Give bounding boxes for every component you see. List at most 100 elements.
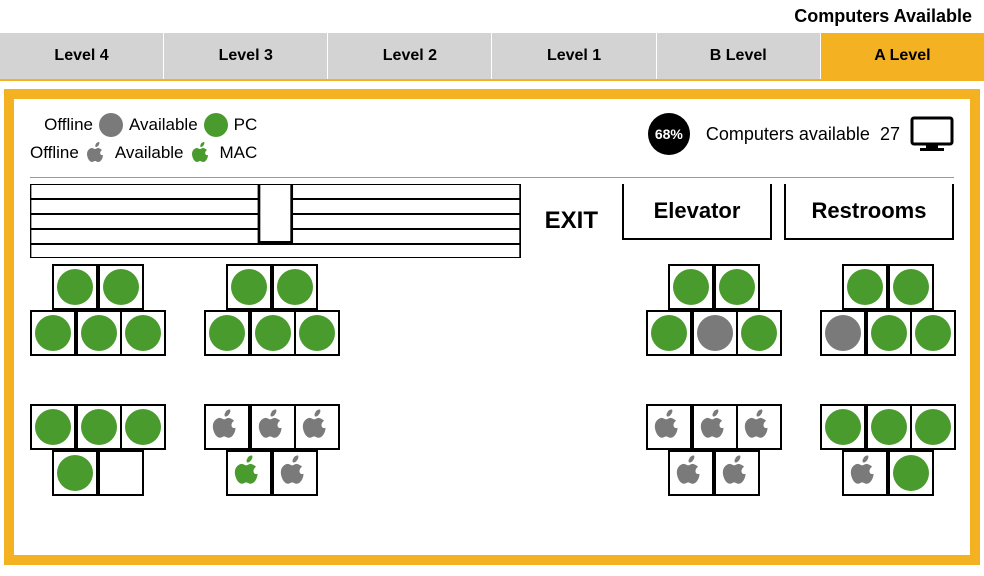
pc-station-available <box>719 269 755 305</box>
tab-level-2[interactable]: Level 2 <box>327 33 491 79</box>
station-cell <box>668 450 714 496</box>
elevator-label: Elevator <box>622 184 772 240</box>
pc-station-available <box>871 315 907 351</box>
station-cell <box>714 450 760 496</box>
tab-level-3[interactable]: Level 3 <box>163 33 327 79</box>
station-cell <box>888 264 934 310</box>
pc-station-available <box>125 315 161 351</box>
station-cell <box>120 310 166 356</box>
pc-station-available <box>57 455 93 491</box>
pc-station-available <box>103 269 139 305</box>
station-cell <box>820 310 866 356</box>
tab-b-level[interactable]: B Level <box>656 33 820 79</box>
availability-percent-badge: 68% <box>648 113 690 155</box>
stairs-icon <box>30 184 521 258</box>
station-row-2 <box>30 404 954 496</box>
station-cell <box>910 404 956 450</box>
station-cell <box>272 450 318 496</box>
station-cell <box>204 310 250 356</box>
station-cell <box>910 310 956 356</box>
floor-map-frame: 27 Computers available 68% PC Available … <box>4 89 980 565</box>
mac-station-available <box>232 454 266 493</box>
pc-station-available <box>125 409 161 445</box>
station-cell <box>98 264 144 310</box>
station-cell <box>226 264 272 310</box>
tab-level-1[interactable]: Level 1 <box>491 33 655 79</box>
station-cell <box>204 404 250 450</box>
pc-station-available <box>915 315 951 351</box>
station-cell <box>646 310 692 356</box>
pc-station-available <box>825 409 861 445</box>
pc-station-available <box>871 409 907 445</box>
station-cell <box>226 450 272 496</box>
pc-station-offline <box>825 315 861 351</box>
station-cell <box>294 404 340 450</box>
station-cell <box>692 310 738 356</box>
mac-station-offline <box>720 454 754 493</box>
station-cell <box>646 404 692 450</box>
legend-pc-available-icon <box>204 113 228 137</box>
legend-mac-row: MAC Available Offline <box>30 141 257 165</box>
pc-station-available <box>35 315 71 351</box>
pc-station-offline <box>697 315 733 351</box>
monitor-icon <box>910 116 954 152</box>
legend-pc-offline-icon <box>99 113 123 137</box>
pc-station-available <box>277 269 313 305</box>
restrooms-label: Restrooms <box>784 184 954 240</box>
station-cell <box>272 264 318 310</box>
station-cell <box>52 264 98 310</box>
pc-station-available <box>81 315 117 351</box>
legend-mac-label: MAC <box>220 143 258 163</box>
legend-pc-available-text: Available <box>129 115 198 135</box>
station-cell <box>866 310 912 356</box>
pc-station-available <box>893 269 929 305</box>
level-tabs: A Level B Level Level 1 Level 2 Level 3 … <box>0 33 984 81</box>
exit-label: EXIT <box>533 199 610 243</box>
pc-station-available <box>255 315 291 351</box>
pc-station-available <box>299 315 335 351</box>
info-bar: 27 Computers available 68% PC Available … <box>30 113 954 178</box>
station-cell <box>714 264 760 310</box>
pc-station-available <box>673 269 709 305</box>
station-cell <box>250 310 296 356</box>
station-cluster <box>204 264 338 356</box>
station-cell <box>294 310 340 356</box>
station-cell <box>30 310 76 356</box>
station-cluster <box>30 404 164 496</box>
station-cluster <box>646 264 780 356</box>
mac-station-offline <box>742 408 776 447</box>
legend-pc-offline-text: Offline <box>44 115 93 135</box>
pc-station-available <box>81 409 117 445</box>
station-cluster <box>646 404 780 496</box>
floor-area: Restrooms Elevator EXIT <box>30 184 954 554</box>
pc-station-available <box>57 269 93 305</box>
pc-station-available <box>231 269 267 305</box>
tab-a-level[interactable]: A Level <box>820 33 984 79</box>
pc-station-available <box>915 409 951 445</box>
pc-station-available <box>847 269 883 305</box>
legend-mac-offline-icon <box>85 141 109 165</box>
station-cluster <box>204 404 338 496</box>
legend-mac-available-text: Available <box>115 143 184 163</box>
pc-station-available <box>35 409 71 445</box>
station-cell <box>120 404 166 450</box>
station-cell <box>866 404 912 450</box>
pc-station-available <box>209 315 245 351</box>
mac-station-offline <box>652 408 686 447</box>
legend-pc-row: PC Available Offline <box>30 113 257 137</box>
station-cell <box>736 404 782 450</box>
station-cell <box>888 450 934 496</box>
station-cell <box>668 264 714 310</box>
tab-level-4[interactable]: Level 4 <box>0 33 163 79</box>
station-cluster <box>30 264 164 356</box>
mac-station-offline <box>210 408 244 447</box>
station-cluster <box>820 264 954 356</box>
availability-summary: 27 Computers available 68% <box>648 113 954 155</box>
legend-pc-label: PC <box>234 115 258 135</box>
legend-mac-offline-text: Offline <box>30 143 79 163</box>
available-label: Computers available <box>706 124 870 144</box>
mac-station-offline <box>300 408 334 447</box>
station-cell <box>842 264 888 310</box>
station-cell <box>76 310 122 356</box>
station-cell <box>250 404 296 450</box>
